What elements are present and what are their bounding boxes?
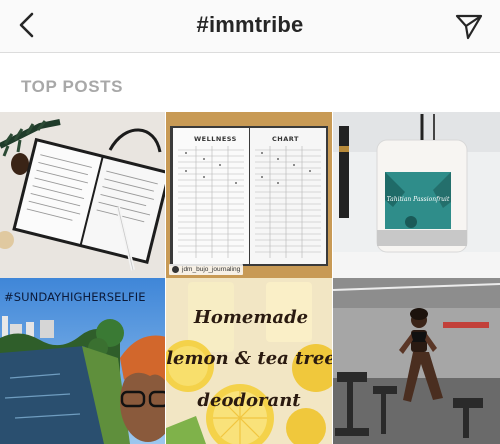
post-caption-line: Homemade (193, 307, 309, 328)
send-paper-plane-icon (455, 14, 483, 40)
journal-label-right: CHART (272, 135, 299, 143)
wellness-chart-photo (166, 112, 332, 278)
post-thumbnail[interactable]: Homemade lemon & tea tree deodorant (166, 278, 332, 444)
top-nav-bar: #immtribe (0, 0, 500, 53)
post-hashtag-overlay: #SUNDAYHIGHERSELFIE (4, 290, 146, 304)
post-thumbnail[interactable]: Tahitian Passionfruit (333, 112, 500, 278)
post-caption-line: lemon & tea tree (166, 348, 332, 369)
post-thumbnail[interactable]: #SUNDAYHIGHERSELFIE (0, 278, 165, 444)
page-title: #immtribe (196, 12, 304, 37)
share-button[interactable] (452, 9, 486, 43)
top-posts-grid: WELLNESS CHART jdm_bujo_journaling Tahit… (0, 112, 500, 444)
candle-label-text: Tahitian Passionfruit (386, 196, 450, 203)
repost-icon (172, 266, 179, 273)
photo-credit: jdm_bujo_journaling (169, 264, 244, 275)
journal-photo (0, 112, 165, 278)
gym-photo (333, 278, 500, 444)
post-thumbnail[interactable] (333, 278, 500, 444)
post-thumbnail[interactable] (0, 112, 165, 278)
credit-username: jdm_bujo_journaling (182, 266, 241, 273)
post-caption-line: deodorant (197, 390, 301, 411)
post-thumbnail[interactable]: WELLNESS CHART jdm_bujo_journaling (166, 112, 332, 278)
section-title: TOP POSTS (21, 77, 124, 96)
journal-label-left: WELLNESS (194, 135, 237, 143)
